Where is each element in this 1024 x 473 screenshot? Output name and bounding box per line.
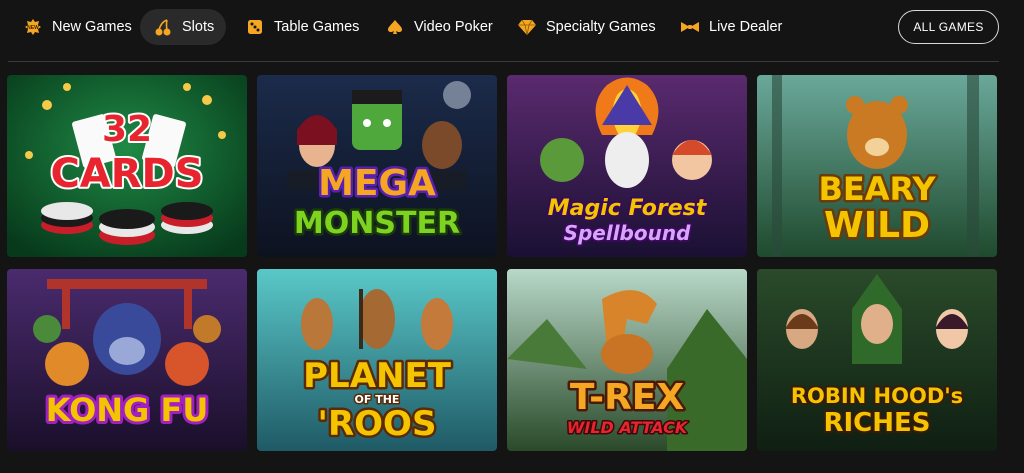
game-title: Magic Forest	[548, 196, 708, 221]
diamond-icon	[516, 16, 538, 38]
nav-item-new-games[interactable]: NEW New Games	[10, 9, 144, 45]
game-tile-32-cards[interactable]: 32 CARDS	[7, 75, 247, 257]
game-art: KONG FU	[7, 269, 247, 451]
nav-item-video-poker[interactable]: Video Poker	[372, 9, 505, 45]
game-title: MONSTER	[294, 206, 460, 241]
game-art: T-REX WILD ATTACK	[507, 269, 747, 451]
nav-item-label: New Games	[52, 19, 132, 35]
game-title: KONG FU	[46, 391, 209, 429]
game-tile-mega-monster[interactable]: MEGA MONSTER	[257, 75, 497, 257]
nav-item-specialty-games[interactable]: Specialty Games	[504, 9, 668, 45]
svg-text:NEW: NEW	[27, 25, 39, 31]
game-title: BEARY	[818, 170, 936, 208]
game-title: Spellbound	[564, 221, 692, 245]
game-tile-beary-wild[interactable]: BEARY WILD	[757, 75, 997, 257]
game-tile-planet-of-the-roos[interactable]: PLANET OF THE 'ROOS	[257, 269, 497, 451]
new-badge-icon: NEW	[22, 16, 44, 38]
game-art: Magic Forest Spellbound	[507, 75, 747, 257]
nav-item-label: Slots	[182, 19, 215, 35]
nav-item-label: Video Poker	[414, 19, 493, 35]
all-games-button[interactable]: ALL GAMES	[898, 10, 999, 44]
game-title: WILD ATTACK	[567, 418, 689, 437]
game-tile-t-rex[interactable]: T-REX WILD ATTACK	[507, 269, 747, 451]
game-tile-magic-forest[interactable]: Magic Forest Spellbound	[507, 75, 747, 257]
nav-item-label: Specialty Games	[546, 19, 656, 35]
nav-item-label: Live Dealer	[709, 19, 783, 35]
game-tile-kong-fu[interactable]: KONG FU	[7, 269, 247, 451]
nav-item-label: Table Games	[274, 19, 360, 35]
bowtie-icon	[679, 16, 701, 38]
nav-divider	[8, 61, 999, 62]
category-nav: NEW New Games Slots Table Games Video Po…	[0, 0, 1024, 56]
dice-icon	[244, 16, 266, 38]
game-art: BEARY WILD	[757, 75, 997, 257]
game-art: ROBIN HOOD's RICHES	[757, 269, 997, 451]
cherries-icon	[152, 16, 174, 38]
nav-item-slots[interactable]: Slots	[140, 9, 227, 45]
game-tile-robin-hoods-riches[interactable]: ROBIN HOOD's RICHES	[757, 269, 997, 451]
game-art: PLANET OF THE 'ROOS	[257, 269, 497, 451]
game-title: 32	[102, 109, 152, 150]
nav-item-table-games[interactable]: Table Games	[232, 9, 371, 45]
game-title: PLANET	[303, 356, 452, 396]
game-title: T-REX	[570, 377, 685, 418]
game-title: RICHES	[823, 408, 930, 438]
spade-icon	[384, 16, 406, 38]
game-title: CARDS	[50, 151, 203, 197]
game-title: MEGA	[318, 163, 436, 204]
game-art: MEGA MONSTER	[257, 75, 497, 257]
game-title: WILD	[824, 205, 930, 246]
game-art: 32 CARDS	[7, 75, 247, 257]
game-title: 'ROOS	[318, 404, 437, 444]
nav-item-live-dealer[interactable]: Live Dealer	[667, 9, 794, 45]
game-title: ROBIN HOOD's	[791, 384, 963, 408]
